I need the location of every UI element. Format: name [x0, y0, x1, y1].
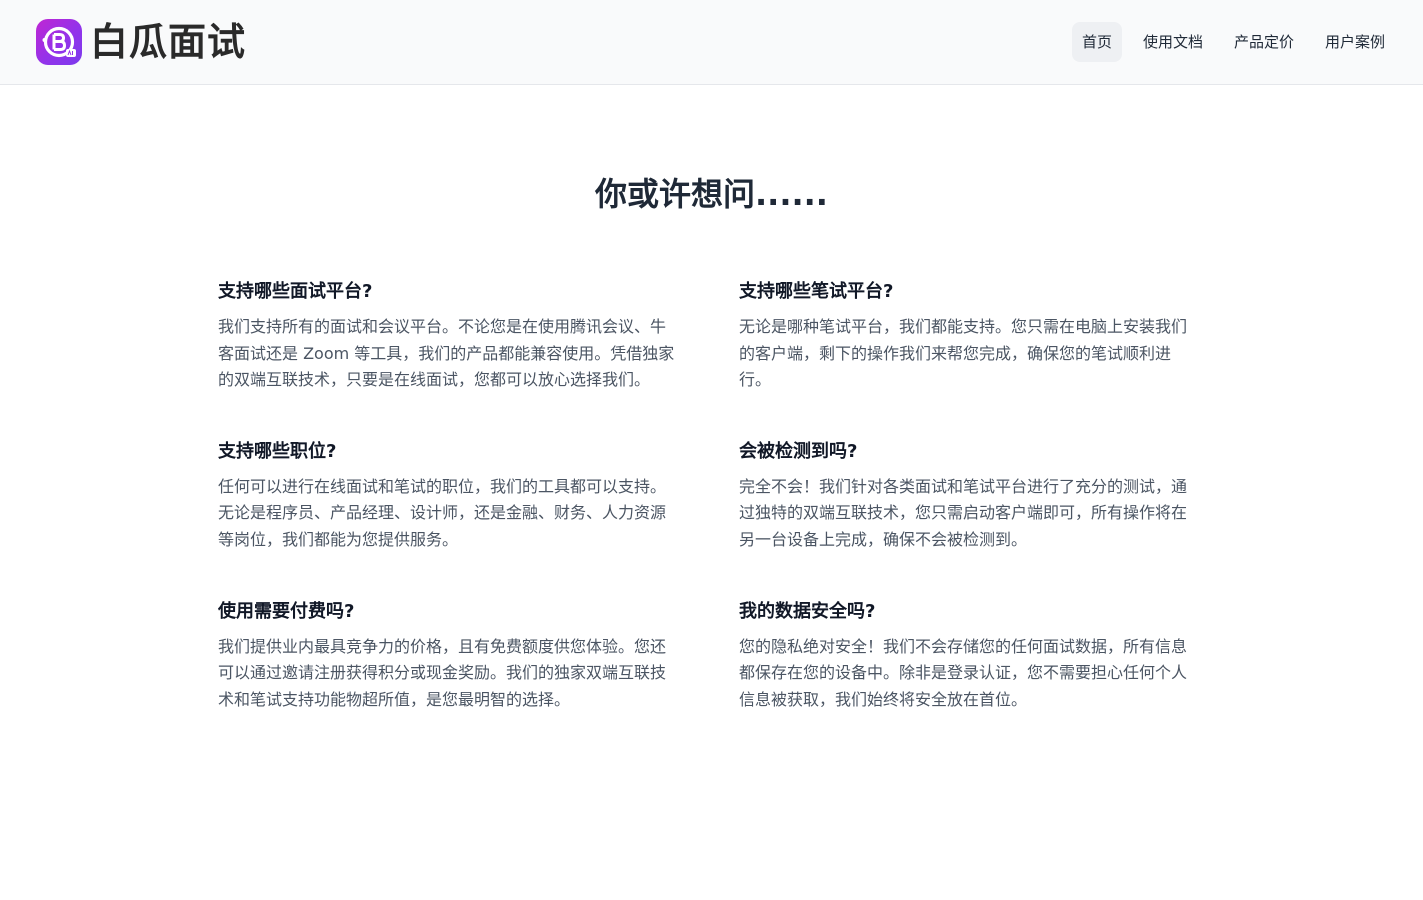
nav-item-cases[interactable]: 用户案例	[1315, 22, 1395, 62]
faq-answer: 完全不会！我们针对各类面试和笔试平台进行了充分的测试，通过独特的双端互联技术，您…	[739, 476, 1188, 549]
faq-grid: 支持哪些面试平台? 我们支持所有的面试和会议平台。不论您是在使用腾讯会议、牛客面…	[218, 278, 1198, 713]
nav-item-pricing[interactable]: 产品定价	[1224, 22, 1304, 62]
main-nav: 首页 使用文档 产品定价 用户案例	[1061, 22, 1395, 62]
faq-item: 支持哪些面试平台? 我们支持所有的面试和会议平台。不论您是在使用腾讯会议、牛客面…	[218, 278, 676, 394]
faq-question: 支持哪些笔试平台?	[739, 281, 894, 302]
brand-name: 白瓜面试	[90, 20, 247, 64]
faq-question: 我的数据安全吗?	[739, 600, 876, 622]
faq-item: 我的数据安全吗? 您的隐私绝对安全！我们不会存储您的任何面试数据，所有信息都保存…	[739, 598, 1197, 714]
site-header: 白瓜面试 首页 使用文档 产品定价 用户案例	[0, 0, 1423, 85]
faq-question: 使用需要付费吗?	[218, 600, 355, 622]
nav-item-home[interactable]: 首页	[1071, 22, 1122, 62]
faq-answer: 我们支持所有的面试和会议平台。不论您是在使用腾讯会议、牛客面试还是 Zoom 等…	[218, 317, 675, 390]
faq-item: 支持哪些职位? 任何可以进行在线面试和笔试的职位，我们的工具都可以支持。无论是程…	[218, 438, 676, 554]
faq-answer: 您的隐私绝对安全！我们不会存储您的任何面试数据，所有信息都保存在您的设备中。除非…	[739, 636, 1188, 709]
baigua-logo-icon	[36, 19, 82, 65]
faq-item: 会被检测到吗? 完全不会！我们针对各类面试和笔试平台进行了充分的测试，通过独特的…	[739, 438, 1197, 554]
faq-answer: 任何可以进行在线面试和笔试的职位，我们的工具都可以支持。无论是程序员、产品经理、…	[218, 476, 667, 549]
faq-item: 支持哪些笔试平台? 无论是哪种笔试平台，我们都能支持。您只需在电脑上安装我们的客…	[739, 278, 1197, 394]
faq-answer: 无论是哪种笔试平台，我们都能支持。您只需在电脑上安装我们的客户端，剩下的操作我们…	[739, 317, 1188, 390]
brand-home-link[interactable]: 白瓜面试	[36, 19, 246, 65]
faq-answer: 我们提供业内最具竞争力的价格，且有免费额度供您体验。您还可以通过邀请注册获得积分…	[218, 636, 667, 709]
faq-question: 支持哪些面试平台?	[218, 281, 373, 302]
faq-question: 会被检测到吗?	[739, 440, 858, 462]
faq-question: 支持哪些职位?	[218, 440, 337, 462]
faq-title: 你或许想问......	[595, 175, 828, 213]
nav-item-docs[interactable]: 使用文档	[1133, 22, 1213, 62]
faq-item: 使用需要付费吗? 我们提供业内最具竞争力的价格，且有免费额度供您体验。您还可以通…	[218, 598, 676, 714]
